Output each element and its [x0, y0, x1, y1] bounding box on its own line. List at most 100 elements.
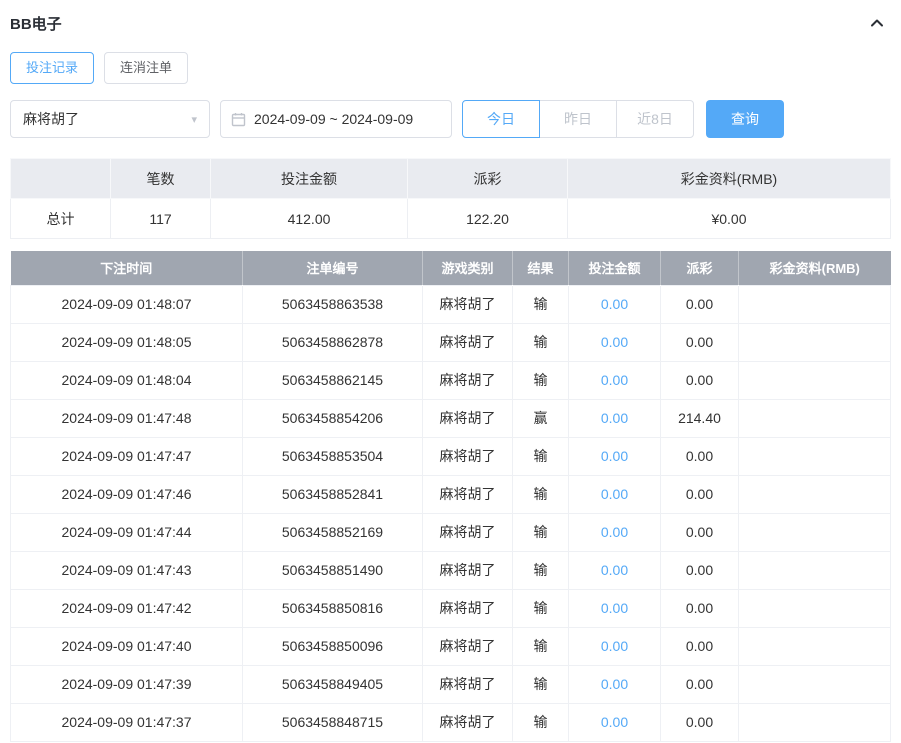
game-type-cell: 麻将胡了: [422, 284, 513, 324]
result-cell: 输: [512, 702, 569, 742]
result-cell: 赢: [512, 398, 569, 438]
bet-amount-link[interactable]: 0.00: [601, 448, 628, 464]
bonus-cell: [738, 360, 891, 400]
game-type-cell: 麻将胡了: [422, 436, 513, 476]
order-id-cell: 5063458849405: [242, 664, 423, 704]
bet-amount-cell: 0.00: [568, 398, 661, 438]
table-row: 2024-09-09 01:47:42 5063458850816 麻将胡了输 0.0…: [10, 588, 891, 628]
order-id-cell: 5063458850096: [242, 626, 423, 666]
summary-header-bet-amount: 投注金额: [210, 158, 408, 199]
result-cell: 输: [512, 550, 569, 590]
bonus-cell: [738, 664, 891, 704]
game-type-cell: 麻将胡了: [422, 664, 513, 704]
yesterday-button[interactable]: 昨日: [539, 100, 617, 138]
summary-bet-amount-value: 412.00: [210, 198, 408, 239]
bet-time-cell: 2024-09-09 01:47:47: [10, 436, 243, 476]
game-type-cell: 麻将胡了: [422, 398, 513, 438]
bet-amount-cell: 0.00: [568, 588, 661, 628]
bet-time-cell: 2024-09-09 01:47:48: [10, 398, 243, 438]
bonus-cell: [738, 474, 891, 514]
bet-amount-cell: 0.00: [568, 360, 661, 400]
bonus-cell: [738, 398, 891, 438]
table-row: 2024-09-09 01:47:44 5063458852169 麻将胡了输 0.0…: [10, 512, 891, 552]
payout-cell: 214.40: [660, 398, 739, 438]
bet-amount-link[interactable]: 0.00: [601, 600, 628, 616]
calendar-icon: [231, 112, 246, 126]
payout-cell: 0.00: [660, 588, 739, 628]
bet-time-cell: 2024-09-09 01:48:05: [10, 322, 243, 362]
header-game-type: 游戏类别: [422, 251, 513, 285]
bet-amount-cell: 0.00: [568, 436, 661, 476]
bet-time-cell: 2024-09-09 01:47:43: [10, 550, 243, 590]
bet-amount-link[interactable]: 0.00: [601, 524, 628, 540]
payout-cell: 0.00: [660, 474, 739, 514]
game-type-cell: 麻将胡了: [422, 550, 513, 590]
bet-amount-link[interactable]: 0.00: [601, 562, 628, 578]
filter-bar: 麻将胡了 ▾ 2024-09-09 ~ 2024-09-09 今日 昨日 近8日…: [10, 100, 891, 138]
game-type-cell: 麻将胡了: [422, 626, 513, 666]
summary-header-count: 笔数: [110, 158, 211, 199]
date-range-input[interactable]: 2024-09-09 ~ 2024-09-09: [220, 100, 452, 138]
order-id-cell: 5063458854206: [242, 398, 423, 438]
game-type-cell: 麻将胡了: [422, 322, 513, 362]
search-button[interactable]: 查询: [706, 100, 784, 138]
result-cell: 输: [512, 588, 569, 628]
header-bet-time: 下注时间: [10, 251, 243, 285]
bet-amount-cell: 0.00: [568, 664, 661, 704]
summary-header-payout: 派彩: [407, 158, 568, 199]
tab-cancelled-orders[interactable]: 连消注单: [104, 52, 189, 84]
result-cell: 输: [512, 664, 569, 704]
bet-amount-link[interactable]: 0.00: [601, 486, 628, 502]
bonus-cell: [738, 322, 891, 362]
bet-amount-link[interactable]: 0.00: [601, 410, 628, 426]
game-select[interactable]: 麻将胡了 ▾: [10, 100, 210, 138]
today-button[interactable]: 今日: [462, 100, 540, 138]
table-row: 2024-09-09 01:47:37 5063458848715 麻将胡了输 0.0…: [10, 702, 891, 742]
bet-time-cell: 2024-09-09 01:47:39: [10, 664, 243, 704]
header-bonus: 彩金资料(RMB): [738, 251, 891, 285]
bet-time-cell: 2024-09-09 01:47:46: [10, 474, 243, 514]
bet-amount-link[interactable]: 0.00: [601, 334, 628, 350]
bet-amount-cell: 0.00: [568, 474, 661, 514]
order-id-cell: 5063458852169: [242, 512, 423, 552]
quick-date-buttons: 今日 昨日 近8日: [462, 100, 694, 138]
bet-time-cell: 2024-09-09 01:47:42: [10, 588, 243, 628]
summary-header-row: 笔数 投注金额 派彩 彩金资料(RMB): [10, 158, 891, 199]
bet-amount-cell: 0.00: [568, 550, 661, 590]
table-row: 2024-09-09 01:47:40 5063458850096 麻将胡了输 0.0…: [10, 626, 891, 666]
table-row: 2024-09-09 01:47:48 5063458854206 麻将胡了赢 0.0…: [10, 398, 891, 438]
bet-amount-cell: 0.00: [568, 284, 661, 324]
summary-bonus-value: ¥0.00: [567, 198, 891, 239]
collapse-panel-button[interactable]: [869, 15, 891, 31]
bet-amount-cell: 0.00: [568, 702, 661, 742]
record-tabs: 投注记录 连消注单: [10, 52, 891, 84]
header-order-id: 注单编号: [242, 251, 423, 285]
bet-amount-link[interactable]: 0.00: [601, 676, 628, 692]
order-id-cell: 5063458851490: [242, 550, 423, 590]
bet-amount-cell: 0.00: [568, 322, 661, 362]
result-cell: 输: [512, 474, 569, 514]
table-row: 2024-09-09 01:48:07 5063458863538 麻将胡了输 0.0…: [10, 284, 891, 324]
bet-amount-cell: 0.00: [568, 626, 661, 666]
bet-records-table: 下注时间 注单编号 游戏类别 结果 投注金额 派彩 彩金资料(RMB) 2024…: [10, 251, 891, 742]
bonus-cell: [738, 626, 891, 666]
bet-time-cell: 2024-09-09 01:47:44: [10, 512, 243, 552]
bonus-cell: [738, 588, 891, 628]
bet-amount-link[interactable]: 0.00: [601, 296, 628, 312]
order-id-cell: 5063458853504: [242, 436, 423, 476]
bet-amount-link[interactable]: 0.00: [601, 372, 628, 388]
bet-time-cell: 2024-09-09 01:48:04: [10, 360, 243, 400]
bonus-cell: [738, 512, 891, 552]
tab-bet-records[interactable]: 投注记录: [10, 52, 95, 84]
result-cell: 输: [512, 512, 569, 552]
table-row: 2024-09-09 01:47:46 5063458852841 麻将胡了输 0.0…: [10, 474, 891, 514]
bet-time-cell: 2024-09-09 01:48:07: [10, 284, 243, 324]
page-title: BB电子: [10, 15, 62, 33]
bonus-cell: [738, 436, 891, 476]
bet-amount-link[interactable]: 0.00: [601, 714, 628, 730]
last-8-days-button[interactable]: 近8日: [616, 100, 694, 138]
date-range-value: 2024-09-09 ~ 2024-09-09: [254, 111, 414, 127]
table-row: 2024-09-09 01:47:43 5063458851490 麻将胡了输 0.0…: [10, 550, 891, 590]
header-result: 结果: [512, 251, 569, 285]
bet-amount-link[interactable]: 0.00: [601, 638, 628, 654]
